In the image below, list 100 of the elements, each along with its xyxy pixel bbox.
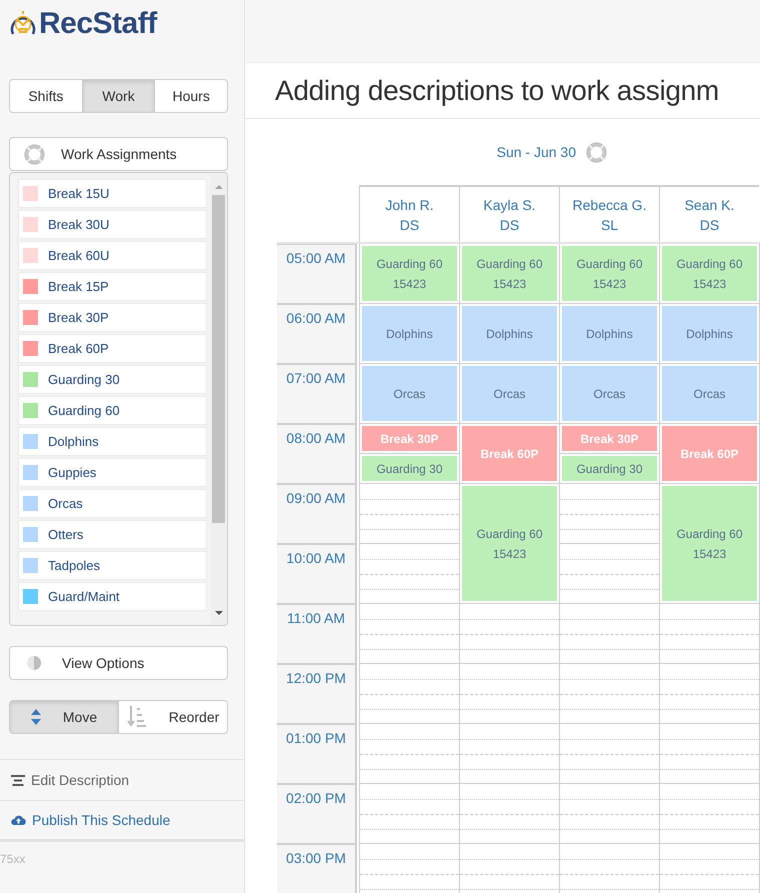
- assignment-item[interactable]: Otters: [18, 520, 207, 549]
- staff-name: Sean K.: [684, 198, 734, 212]
- time-cell: 06:00 AM: [277, 304, 357, 364]
- assignment-block[interactable]: Guarding 60 15423: [462, 246, 557, 301]
- assignment-item[interactable]: Break 30U: [18, 210, 207, 239]
- assignment-label: Guarding 60: [676, 256, 743, 272]
- assignment-item[interactable]: Dolphins: [18, 427, 207, 456]
- staff-name: John R.: [385, 198, 434, 212]
- assignment-item[interactable]: Guard/Maint: [18, 582, 207, 611]
- lifebuoy-icon: [586, 142, 607, 162]
- staff-name: Rebecca G.: [572, 198, 646, 212]
- assignment-label: Guarding 30: [576, 460, 643, 478]
- assignment-label: Orcas: [593, 386, 626, 402]
- footer-note: 75xx: [0, 851, 26, 868]
- time-cell: 11:00 AM: [277, 604, 357, 664]
- assignment-label: Guarding 60: [476, 526, 543, 542]
- assignment-name: Dolphins: [48, 432, 99, 451]
- assignment-label: Break 60P: [680, 446, 739, 462]
- schedule-date: Sun - Jun 30: [496, 142, 576, 162]
- time-cell: 01:00 PM: [277, 724, 357, 784]
- publish-link[interactable]: Publish This Schedule: [0, 801, 244, 842]
- view-tab[interactable]: Work: [82, 80, 154, 112]
- assignment-block[interactable]: Dolphins: [662, 306, 757, 361]
- assignment-name: Break 30P: [48, 308, 109, 327]
- assignment-label: Guarding 60: [476, 256, 543, 272]
- assignment-block[interactable]: Guarding 60 15423: [662, 486, 757, 601]
- assignment-item[interactable]: Break 60U: [18, 241, 207, 270]
- page-title: Adding descriptions to work assignm: [275, 74, 719, 108]
- assignment-name: Tadpoles: [48, 556, 100, 575]
- assignment-name: Orcas: [48, 494, 83, 513]
- assignment-item[interactable]: Break 15U: [18, 179, 207, 208]
- assignment-block[interactable]: Orcas: [462, 366, 557, 421]
- align-center-icon: [11, 774, 25, 786]
- assignment-block[interactable]: Guarding 60 15423: [662, 246, 757, 301]
- assignment-item[interactable]: Break 15P: [18, 272, 207, 301]
- assignment-label: Break 60P: [480, 446, 539, 462]
- assignment-block[interactable]: Dolphins: [362, 306, 457, 361]
- assignment-code: 15423: [392, 276, 426, 292]
- assignment-item[interactable]: Break 30P: [18, 303, 207, 332]
- assignment-label: Dolphins: [686, 326, 733, 342]
- assignment-block[interactable]: Guarding 30: [362, 456, 457, 481]
- scrollbar[interactable]: [210, 173, 227, 625]
- assignment-item[interactable]: Break 60P: [18, 334, 207, 363]
- staff-role: DS: [700, 218, 720, 232]
- assignment-block[interactable]: Orcas: [562, 366, 657, 421]
- assignment-label: Guarding 60: [676, 526, 743, 542]
- logo-text: RecStaff: [39, 9, 157, 39]
- contrast-icon: [26, 655, 42, 671]
- assignment-name: Break 15U: [48, 184, 110, 203]
- assignment-label: Guarding 30: [376, 460, 443, 478]
- mode-button[interactable]: Move: [10, 701, 118, 733]
- assignment-name: Guard/Maint: [48, 588, 120, 606]
- assignment-label: Guarding 60: [576, 256, 643, 272]
- assignment-block[interactable]: Guarding 60 15423: [462, 486, 557, 601]
- assignment-label: Orcas: [693, 386, 726, 402]
- assignment-label: Orcas: [393, 386, 426, 402]
- assignment-item[interactable]: Guppies: [18, 458, 207, 487]
- assignment-block[interactable]: Dolphins: [462, 306, 557, 361]
- view-options-button[interactable]: View Options: [9, 646, 228, 680]
- lifebuoy-icon: [24, 144, 45, 164]
- assignment-name: Guppies: [48, 464, 96, 482]
- assignment-item[interactable]: Tadpoles: [18, 551, 207, 580]
- assignment-block[interactable]: Guarding 60 15423: [562, 246, 657, 301]
- assignment-name: Guarding 60: [48, 402, 120, 420]
- assignment-name: Otters: [48, 526, 84, 544]
- assignment-block[interactable]: Orcas: [662, 366, 757, 421]
- assignment-item[interactable]: Guarding 30: [18, 365, 207, 394]
- work-assignments-button[interactable]: Work Assignments: [9, 137, 228, 171]
- assignment-name: Break 60P: [48, 340, 109, 358]
- assignment-block[interactable]: Guarding 30: [562, 456, 657, 481]
- assignment-label: Dolphins: [386, 326, 433, 342]
- assignment-item[interactable]: Orcas: [18, 489, 207, 518]
- time-cell: 07:00 AM: [277, 364, 357, 424]
- assignment-label: Break 30P: [380, 430, 439, 448]
- assignment-label: Orcas: [493, 386, 526, 402]
- time-cell: 08:00 AM: [277, 424, 357, 484]
- assignment-code: 15423: [692, 276, 726, 292]
- time-cell: 02:00 PM: [277, 784, 357, 844]
- assignment-code: 15423: [692, 546, 726, 562]
- assignment-label: Dolphins: [586, 326, 633, 342]
- assignment-code: 15423: [492, 276, 526, 292]
- assignment-block[interactable]: Orcas: [362, 366, 457, 421]
- cloud-upload-icon: [11, 814, 26, 826]
- assignment-label: Guarding 60: [376, 256, 443, 272]
- time-cell: 12:00 PM: [277, 664, 357, 724]
- assignment-label: Dolphins: [486, 326, 533, 342]
- time-cell: 09:00 AM: [277, 484, 357, 544]
- mode-button[interactable]: Reorder: [118, 701, 227, 733]
- view-tab[interactable]: Hours: [154, 80, 227, 112]
- time-cell: 03:00 PM: [277, 844, 357, 893]
- assignment-code: 15423: [592, 276, 626, 292]
- staff-role: SL: [600, 218, 618, 232]
- assignment-code: 15423: [492, 546, 526, 562]
- sort-icon: [126, 706, 147, 728]
- edit-description-link[interactable]: Edit Description: [0, 760, 244, 801]
- assignment-name: Break 15P: [48, 278, 109, 296]
- assignment-item[interactable]: Guarding 60: [18, 396, 207, 425]
- assignment-block[interactable]: Dolphins: [562, 306, 657, 361]
- time-cell: 10:00 AM: [277, 544, 357, 604]
- assignment-block[interactable]: Guarding 60 15423: [362, 246, 457, 301]
